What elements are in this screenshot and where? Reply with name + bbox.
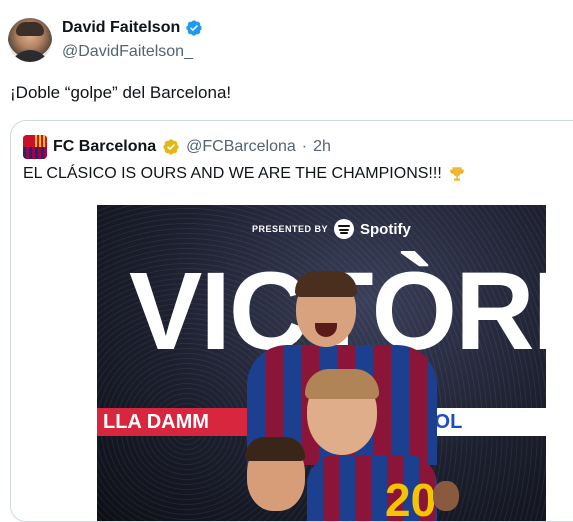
player-hair-2: [305, 369, 379, 399]
quoted-timestamp[interactable]: 2h: [313, 138, 331, 156]
quoted-author-name[interactable]: FC Barcelona: [53, 138, 156, 156]
avatar-hair: [16, 22, 44, 36]
author-name[interactable]: David Faitelson: [62, 19, 180, 37]
quoted-media-image[interactable]: PRESENTED BY Spotify VICTÒRIA LLA DAMM O…: [97, 205, 546, 522]
player-face-4: [433, 481, 459, 511]
author-name-row: David Faitelson: [62, 19, 203, 37]
sponsor-banner: PRESENTED BY Spotify: [252, 219, 411, 239]
author-avatar[interactable]: [8, 18, 52, 62]
presented-by-label: PRESENTED BY: [252, 224, 329, 234]
quoted-author-handle[interactable]: @FCBarcelona: [186, 138, 296, 156]
verified-badge-icon[interactable]: [185, 19, 203, 37]
quoted-tweet-header: FC Barcelona @FCBarcelona · 2h: [23, 135, 331, 159]
ad-board-left-text: LLA DAMM: [103, 411, 209, 433]
quoted-tweet-text: EL CLÁSICO IS OURS AND WE ARE THE CHAMPI…: [23, 165, 442, 182]
player-hair-3: [245, 437, 305, 461]
player-hair: [295, 271, 357, 297]
author-handle[interactable]: @DavidFaitelson_: [62, 43, 193, 61]
gold-verified-badge-icon[interactable]: [162, 138, 180, 156]
shirt-number: 20: [385, 474, 437, 522]
separator-dot: ·: [301, 138, 308, 155]
fc-barcelona-crest-icon[interactable]: [23, 135, 47, 159]
quoted-tweet-text-row: EL CLÁSICO IS OURS AND WE ARE THE CHAMPI…: [23, 165, 466, 183]
avatar-suit: [10, 50, 50, 62]
spotify-icon: [334, 219, 355, 239]
spotify-brand: Spotify: [360, 220, 411, 238]
trophy-icon: [450, 167, 464, 181]
quoted-tweet[interactable]: FC Barcelona @FCBarcelona · 2h EL CLÁSIC…: [10, 120, 573, 522]
tweet-text: ¡Doble “golpe” del Barcelona!: [10, 83, 232, 102]
